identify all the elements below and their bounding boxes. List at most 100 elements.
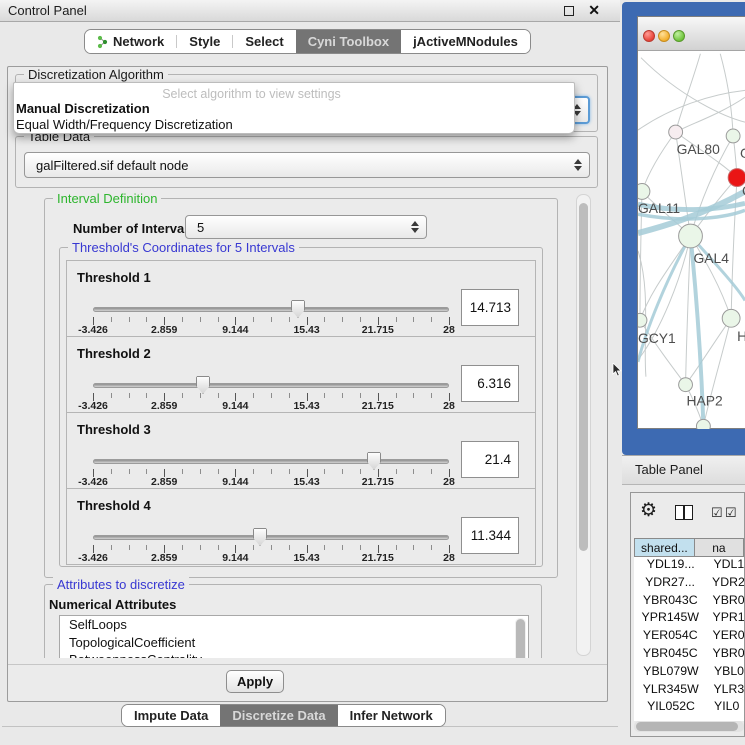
node-bottom[interactable] [696,419,710,429]
cell-shared-name[interactable]: YDL19... [634,557,707,575]
cell-name[interactable]: YIL0 [708,699,739,717]
node-gcy1[interactable] [638,313,647,327]
slider-track[interactable] [93,459,449,464]
column-header-shared-name[interactable]: shared... [634,538,695,557]
threshold-slider[interactable]: -3.4262.8599.14415.4321.71528 [93,261,449,338]
threshold-value-field[interactable]: 14.713 [461,289,519,326]
threshold-slider[interactable]: -3.4262.8599.14415.4321.71528 [93,337,449,414]
table-row[interactable]: YDR27... YDR2 [634,575,744,593]
table-row[interactable]: YLR345W YLR3 [634,682,744,700]
network-edge[interactable] [720,54,733,136]
cell-shared-name[interactable]: YLR345W [634,682,707,700]
network-edge[interactable] [642,132,676,191]
cell-shared-name[interactable]: YDR27... [634,575,706,593]
cell-name[interactable]: YDR2 [706,575,744,593]
numerical-attributes-list[interactable]: SelfLoopsTopologicalCoefficientBetweenne… [59,615,529,658]
cell-name[interactable]: YLR3 [707,682,744,700]
tab-cyni-toolbox[interactable]: Cyni Toolbox [296,30,401,53]
zoom-traffic-light[interactable] [673,30,685,42]
cell-shared-name[interactable]: YPR145W [634,610,707,628]
table-row[interactable]: YBR045C YBR0 [634,646,744,664]
tab-jactivemnodules[interactable]: jActiveMNodules [401,30,530,53]
node-gal4[interactable] [679,224,703,248]
attribute-item[interactable]: SelfLoops [60,616,528,634]
network-edge[interactable] [691,236,745,300]
slider-tick [182,545,183,550]
cell-name[interactable]: YBR0 [707,593,744,611]
threshold-slider[interactable]: -3.4262.8599.14415.4321.71528 [93,489,449,566]
cell-shared-name[interactable]: YER054C [634,628,707,646]
node-gal80[interactable] [669,125,683,139]
cell-name[interactable]: YBL0 [708,664,744,682]
tab-discretize-data[interactable]: Discretize Data [220,705,337,726]
table-row[interactable]: YER054C YER0 [634,628,744,646]
float-window-icon[interactable] [564,6,574,16]
gear-icon[interactable]: ⚙ [640,499,657,522]
scrollbar-thumb[interactable] [636,722,738,731]
table-row[interactable]: YDL19... YDL1 [634,557,744,575]
checkbox-icon[interactable]: ☑ [711,505,723,521]
table-row[interactable]: YBR043C YBR0 [634,593,744,611]
network-edge[interactable] [676,97,745,132]
minimize-traffic-light[interactable] [658,30,670,42]
cell-shared-name[interactable]: YBL079W [634,664,708,682]
scrollbar-thumb[interactable] [579,203,588,551]
threshold-value-field[interactable]: 21.4 [461,441,519,478]
cell-name[interactable]: YDL1 [707,557,744,575]
tab-impute-data[interactable]: Impute Data [122,705,220,726]
algorithm-option-equal-width[interactable]: Equal Width/Frequency Discretization [16,117,233,132]
network-edge[interactable] [703,318,731,426]
cell-name[interactable]: YPR1 [707,610,744,628]
cell-shared-name[interactable]: YBR043C [634,593,707,611]
network-edge[interactable] [641,58,745,122]
tick-label: 28 [443,324,455,336]
apply-button[interactable]: Apply [226,670,284,693]
close-traffic-light[interactable] [643,30,655,42]
slider-track[interactable] [93,307,449,312]
threshold-value-field[interactable]: 11.344 [461,517,519,554]
number-of-intervals-combobox[interactable]: 5 [185,215,427,239]
cell-shared-name[interactable]: YIL052C [634,699,708,717]
table-data-combobox[interactable]: galFiltered.sif default node [24,152,590,178]
threshold-value-field[interactable]: 6.316 [461,365,519,402]
slider-thumb[interactable] [196,376,210,394]
slider-thumb[interactable] [367,452,381,470]
table-hscrollbar[interactable] [634,721,744,732]
tab-infer-network[interactable]: Infer Network [338,705,445,726]
cell-name[interactable]: YER0 [707,628,744,646]
scrollbar-thumb[interactable] [516,619,525,658]
settings-scrollbar[interactable] [576,194,591,656]
slider-track[interactable] [93,383,449,388]
attributes-scrollbar[interactable] [515,618,526,658]
node-gal11[interactable] [638,184,650,200]
slider-tick [324,469,325,474]
attribute-item[interactable]: TopologicalCoefficient [60,634,528,652]
node-top-right[interactable] [726,129,740,143]
checkbox-icon[interactable]: ☑ [725,505,737,521]
close-icon[interactable]: ✕ [588,2,600,19]
slider-thumb[interactable] [291,300,305,318]
network-edge[interactable] [686,236,691,385]
cell-shared-name[interactable]: YBR045C [634,646,707,664]
network-edge[interactable] [686,318,732,384]
slider-tick [111,317,112,322]
table-row[interactable]: YIL052C YIL0 [634,699,744,717]
slider-thumb[interactable] [253,528,267,546]
slider-track[interactable] [93,535,449,540]
attribute-item[interactable]: BetweennessCentrality [60,651,528,658]
table-row[interactable]: YBL079W YBL0 [634,664,744,682]
tab-network[interactable]: Network [85,30,176,53]
column-header-name[interactable]: na [695,538,744,557]
tab-select[interactable]: Select [233,30,295,53]
node-hap2[interactable] [679,378,693,392]
threshold-slider[interactable]: -3.4262.8599.14415.4321.71528 [93,413,449,490]
column-layout-icon[interactable] [675,505,693,520]
node-right-h[interactable] [722,309,740,327]
tick-label: 9.144 [222,476,248,488]
algorithm-option-manual[interactable]: Manual Discretization [16,101,150,116]
tab-style[interactable]: Style [177,30,232,53]
network-canvas[interactable]: GAL80GCGAL11GAL4GCY1HHAP2 [638,52,745,429]
network-edge[interactable] [676,54,701,132]
cell-name[interactable]: YBR0 [707,646,744,664]
table-row[interactable]: YPR145W YPR1 [634,610,744,628]
